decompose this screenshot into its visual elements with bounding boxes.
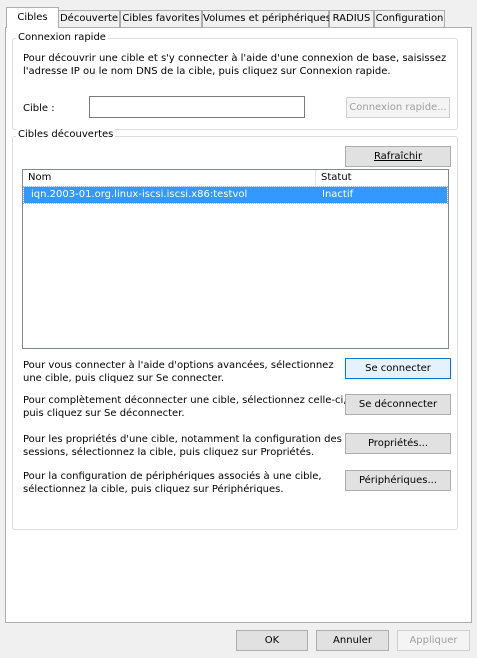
tab-configuration[interactable]: Configuration (374, 10, 445, 27)
quick-connect-title: Connexion rapide (16, 32, 108, 44)
tab-cibles[interactable]: Cibles (6, 7, 59, 28)
disconnect-description-1: Pour complètement déconnecter une cible,… (23, 395, 347, 406)
tab-cibles-favorites[interactable]: Cibles favorites (120, 10, 202, 27)
column-header-statut[interactable]: Statut (316, 170, 448, 186)
ok-button-label: OK (264, 634, 280, 646)
tab-volumes-peripheriques[interactable]: Volumes et périphériques (202, 10, 331, 27)
tab-label: Volumes et périphériques (203, 13, 331, 24)
target-name-cell: iqn.2003-01.org.linux-iscsi.iscsi.x86:te… (31, 189, 248, 200)
properties-button[interactable]: Propriétés... (345, 433, 451, 454)
target-status-cell: Inactif (322, 189, 354, 200)
quick-connect-button-label: Connexion rapide... (349, 101, 447, 113)
connect-button-label: Se connecter (365, 362, 431, 374)
refresh-button[interactable]: Rafraîchir (345, 146, 451, 167)
apply-button[interactable]: Appliquer (397, 630, 470, 651)
discovered-targets-title: Cibles découvertes (16, 129, 116, 141)
cancel-button[interactable]: Annuler (316, 630, 389, 651)
quick-connect-description-1: Pour découvrir une cible et s'y connecte… (23, 53, 447, 64)
devices-description-2: sélectionnez la cible, puis cliquez sur … (23, 484, 284, 495)
ok-button[interactable]: OK (236, 630, 308, 651)
quick-connect-description-2: l'adresse IP ou le nom DNS de la cible, … (23, 66, 391, 77)
disconnect-button[interactable]: Se déconnecter (345, 394, 451, 415)
connect-description-2: une cible, puis cliquez sur Se connecter… (23, 373, 224, 384)
table-row[interactable]: iqn.2003-01.org.linux-iscsi.iscsi.x86:te… (23, 186, 448, 204)
quick-connect-button[interactable]: Connexion rapide... (346, 97, 450, 118)
devices-description-1: Pour la configuration de périphériques a… (23, 471, 322, 482)
column-header-nom[interactable]: Nom (23, 170, 316, 186)
cancel-button-label: Annuler (333, 634, 372, 646)
connect-button[interactable]: Se connecter (345, 358, 451, 379)
target-label: Cible : (23, 103, 55, 114)
targets-list-header: Nom Statut (23, 170, 448, 187)
tab-label: Cibles (17, 12, 48, 23)
devices-button-label: Périphériques... (358, 474, 438, 486)
tab-label: RADIUS (332, 13, 371, 24)
tab-decouverte[interactable]: Découverte (58, 10, 120, 27)
targets-list[interactable]: Nom Statut iqn.2003-01.org.linux-iscsi.i… (22, 169, 449, 349)
tab-label: Découverte (59, 13, 119, 24)
properties-description-1: Pour les propriétés d'une cible, notamme… (23, 434, 342, 445)
tab-label: Cibles favorites (122, 13, 200, 24)
properties-description-2: sessions, sélectionnez la cible, puis cl… (23, 447, 315, 458)
apply-button-label: Appliquer (409, 634, 458, 646)
disconnect-button-label: Se déconnecter (358, 398, 438, 410)
properties-button-label: Propriétés... (367, 437, 429, 449)
tab-radius[interactable]: RADIUS (329, 10, 374, 27)
refresh-button-label: Rafraîchir (373, 150, 423, 162)
devices-button[interactable]: Périphériques... (345, 470, 451, 491)
tab-panel: Connexion rapide Pour découvrir une cibl… (5, 27, 472, 623)
connect-description-1: Pour vous connecter à l'aide d'options a… (23, 360, 334, 371)
target-input[interactable] (89, 96, 305, 118)
tab-label: Configuration (375, 13, 444, 24)
disconnect-description-2: puis cliquez sur Se déconnecter. (23, 408, 185, 419)
